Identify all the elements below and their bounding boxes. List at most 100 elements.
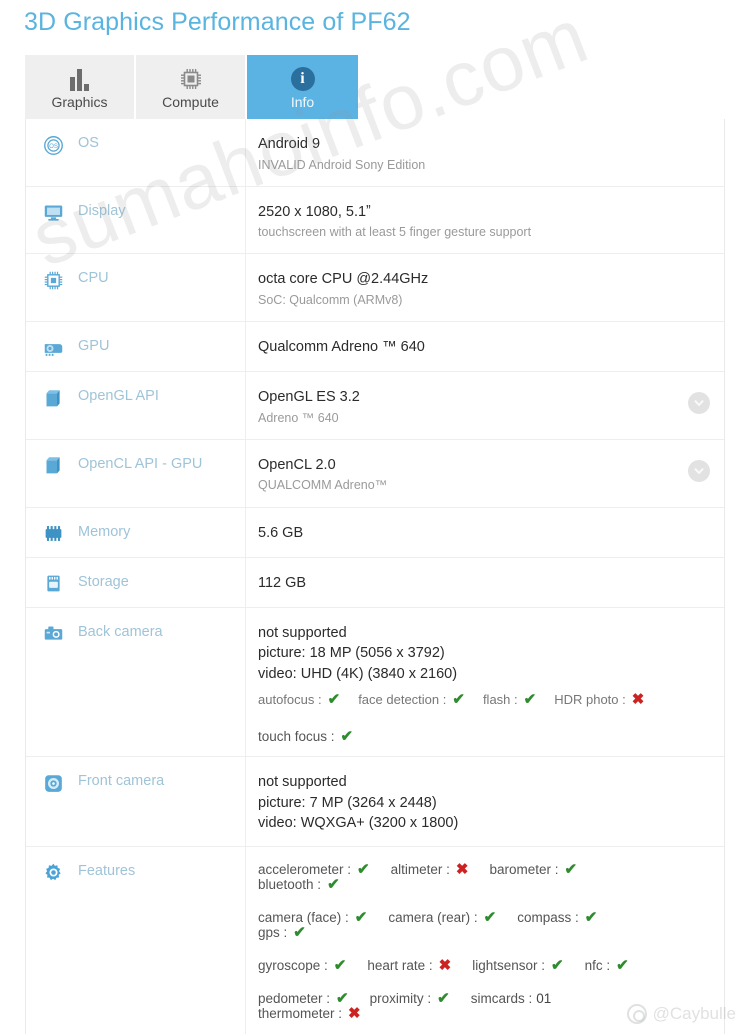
feature-name: flash : bbox=[482, 692, 518, 708]
check-icon: ✔ bbox=[333, 956, 347, 974]
os-badge-icon: OS bbox=[42, 134, 64, 156]
feature-item: heart rate : ✖ bbox=[367, 958, 451, 973]
front-camera-line: not supported bbox=[258, 774, 347, 791]
feature-name: simcards : bbox=[470, 990, 533, 1006]
camera-icon bbox=[42, 623, 64, 645]
back-camera-line: not supported bbox=[258, 624, 347, 641]
cross-icon: ✖ bbox=[348, 1004, 361, 1022]
check-icon: ✔ bbox=[564, 860, 578, 878]
feature-name: accelerometer : bbox=[258, 861, 352, 877]
tab-compute[interactable]: Compute bbox=[136, 55, 247, 119]
feature-row: camera (face) : ✔ camera (rear) : ✔ compass … bbox=[258, 910, 684, 940]
row-value-main: octa core CPU @2.44GHz bbox=[258, 271, 429, 288]
app-page: sumahoinfo.com 3D Graphics Performance o… bbox=[0, 0, 750, 1034]
row-value-cell: Qualcomm Adreno ™ 640 bbox=[246, 322, 724, 371]
page-title: 3D Graphics Performance of PF62 bbox=[24, 8, 411, 36]
table-row: OpenGL API OpenGL ES 3.2 Adreno ™ 640 bbox=[26, 372, 724, 440]
row-value-cell: octa core CPU @2.44GHz SoC: Qualcomm (AR… bbox=[246, 254, 724, 321]
back-camera-flags-row-2: touch focus : ✔ bbox=[258, 729, 684, 744]
chevron-down-icon[interactable] bbox=[688, 459, 710, 482]
chevron-down-icon[interactable] bbox=[688, 392, 710, 415]
cpu-chip-icon bbox=[42, 269, 64, 291]
feature-item: nfc : ✔ bbox=[585, 958, 629, 973]
check-icon: ✔ bbox=[584, 908, 598, 926]
check-icon: ✔ bbox=[523, 691, 537, 709]
check-icon: ✔ bbox=[336, 989, 349, 1007]
feature-name: heart rate : bbox=[367, 957, 433, 973]
info-circle-icon: i bbox=[290, 65, 315, 91]
tab-info[interactable]: i Info bbox=[247, 55, 358, 119]
row-label: Front camera bbox=[78, 773, 165, 790]
feature-name: bluetooth : bbox=[258, 876, 322, 892]
row-label: Memory bbox=[78, 523, 131, 540]
front-camera-icon bbox=[42, 772, 64, 794]
check-icon: ✔ bbox=[437, 989, 450, 1007]
table-row: OpenCL API - GPU OpenCL 2.0 QUALCOMM Adr… bbox=[26, 439, 724, 508]
row-value-cell: OpenCL 2.0 QUALCOMM Adreno™ bbox=[246, 440, 724, 507]
feature-name: nfc : bbox=[584, 957, 611, 973]
tab-graphics[interactable]: Graphics bbox=[25, 55, 136, 119]
check-icon: ✔ bbox=[327, 691, 341, 709]
feature-row: gyroscope : ✔ heart rate : ✖ lightsensor : ✔ n… bbox=[258, 958, 684, 973]
feature-name: gps : bbox=[258, 924, 288, 940]
table-row: CPU octa core CPU @2.44GHz SoC: Qualcomm… bbox=[26, 254, 724, 323]
row-label: OS bbox=[78, 135, 99, 151]
row-value-main: Qualcomm Adreno ™ 640 bbox=[258, 339, 425, 356]
row-label-cell: GPU bbox=[26, 322, 246, 372]
feature-item: flash : ✔ bbox=[483, 692, 536, 707]
row-value-main: OpenCL 2.0 bbox=[258, 456, 336, 473]
check-icon: ✔ bbox=[551, 956, 564, 974]
cross-icon: ✖ bbox=[631, 691, 645, 709]
feature-item: simcards : 01 bbox=[471, 991, 552, 1006]
back-camera-flags-row-1: autofocus : ✔ face detection : ✔ flash : ✔ HDR… bbox=[258, 692, 684, 707]
row-label: OpenGL API bbox=[78, 388, 159, 405]
row-label: Features bbox=[78, 862, 136, 879]
front-camera-line: picture: 7 MP (3264 x 2448) bbox=[258, 794, 437, 811]
gear-icon bbox=[42, 862, 64, 884]
cube-icon bbox=[42, 455, 64, 477]
feature-name: altimeter : bbox=[390, 861, 450, 877]
memory-chip-icon bbox=[42, 523, 64, 545]
row-label-cell: Storage bbox=[26, 557, 246, 607]
row-value-main: OpenGL ES 3.2 bbox=[258, 389, 360, 406]
feature-name: lightsensor : bbox=[472, 957, 546, 973]
check-icon: ✔ bbox=[340, 728, 354, 746]
row-value-cell: accelerometer : ✔ altimeter : ✖ barometer : ✔… bbox=[246, 847, 724, 1034]
row-value-sub: QUALCOMM Adreno™ bbox=[258, 478, 388, 493]
row-label: Display bbox=[78, 202, 126, 219]
row-label-cell: OS OS bbox=[26, 119, 246, 186]
row-value-cell: 112 GB bbox=[246, 558, 724, 607]
row-value-sub: SoC: Qualcomm (ARMv8) bbox=[258, 292, 403, 307]
cube-icon bbox=[42, 387, 64, 409]
row-value-main: 112 GB bbox=[258, 574, 307, 591]
feature-item: pedometer : ✔ bbox=[258, 991, 349, 1006]
row-value-main: 5.6 GB bbox=[258, 524, 304, 541]
storage-card-icon bbox=[42, 573, 64, 595]
row-value-main: Android 9 bbox=[258, 136, 321, 152]
feature-item: gps : ✔ bbox=[258, 925, 306, 940]
table-row: Display 2520 x 1080, 5.1ˮ touchscreen wi… bbox=[26, 186, 724, 255]
feature-item: altimeter : ✖ bbox=[391, 862, 469, 877]
feature-item: camera (face) : ✔ bbox=[258, 910, 367, 925]
row-value-sub: touchscreen with at least 5 finger gestu… bbox=[258, 225, 532, 240]
check-icon: ✔ bbox=[616, 956, 629, 974]
table-row: Memory 5.6 GB bbox=[26, 507, 724, 558]
feature-item: HDR photo : ✖ bbox=[554, 692, 644, 707]
row-value-cell: 5.6 GB bbox=[246, 508, 724, 557]
row-label: GPU bbox=[78, 338, 110, 355]
feature-item: camera (rear) : ✔ bbox=[388, 910, 496, 925]
feature-name: autofocus : bbox=[258, 692, 322, 708]
feature-name: touch focus : bbox=[258, 729, 335, 745]
row-value-main: 2520 x 1080, 5.1ˮ bbox=[258, 203, 371, 220]
check-icon: ✔ bbox=[483, 908, 497, 926]
info-table: OS OS Android 9 INVALID Android Sony Edi… bbox=[25, 119, 725, 1034]
row-label: Back camera bbox=[78, 623, 163, 640]
feature-item: lightsensor : ✔ bbox=[472, 958, 563, 973]
check-icon: ✔ bbox=[354, 908, 368, 926]
row-label-cell: Features bbox=[26, 846, 246, 1034]
feature-name: camera (face) : bbox=[258, 909, 349, 925]
cross-icon: ✖ bbox=[438, 956, 452, 974]
table-row: GPU Qualcomm Adreno ™ 640 bbox=[26, 322, 724, 373]
row-label: OpenCL API - GPU bbox=[78, 455, 203, 472]
feature-name: HDR photo : bbox=[554, 692, 626, 708]
